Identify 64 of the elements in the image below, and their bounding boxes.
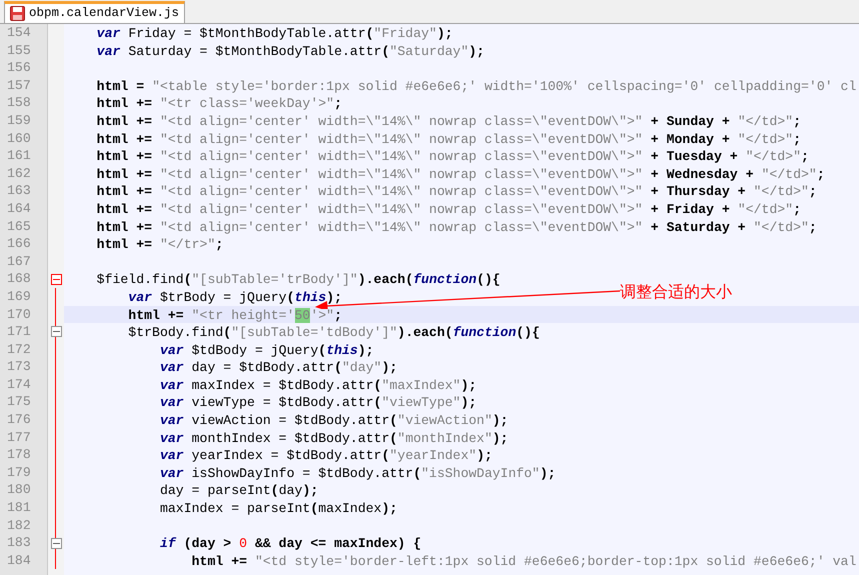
- line-number: 162: [7, 166, 31, 181]
- line-number: 174: [7, 376, 31, 392]
- code-line: html = "<table style='border:1px solid #e6e6e6;' width='100%' cellspacing='0' cellpadding='0' cl: [96, 78, 856, 94]
- line-number: 170: [7, 306, 31, 322]
- line-number: 156: [7, 60, 31, 76]
- line-number: 179: [7, 464, 31, 480]
- code-line: var day = $tdBody.attr("day");: [158, 360, 398, 376]
- code-line: var Saturday = $tMonthBodyTable.attr("Saturday");: [96, 44, 484, 59]
- code-line: html += "<td align='center' width=\"14%\" nowrap class=\"eventDOW\">" + Friday + "</td>";: [96, 202, 802, 217]
- line-number: 184: [7, 552, 31, 568]
- code-line: var yearIndex = $tdBody.attr("yearIndex");: [158, 448, 492, 464]
- line-number: 166: [7, 236, 31, 252]
- line-number: 175: [7, 394, 31, 410]
- code-line: if (day > 0 && day <= maxIndex) {: [158, 536, 422, 552]
- code-line: html += "<td align='center' width=\"14%\" nowrap class=\"eventDOW\">" + Tuesday + "</td>";: [96, 149, 809, 164]
- line-number: 181: [7, 500, 31, 516]
- line-number: 183: [7, 535, 31, 550]
- fold-marker-icon[interactable]: [50, 274, 62, 285]
- line-number: 167: [7, 254, 31, 269]
- line-number: 178: [7, 447, 31, 462]
- line-number: 160: [7, 130, 31, 146]
- line-number: 168: [7, 271, 31, 286]
- line-number: 173: [7, 359, 31, 374]
- line-number: 172: [7, 342, 31, 357]
- line-number: 177: [7, 430, 31, 445]
- code-line: html += "</tr>";: [96, 237, 224, 252]
- line-number: 158: [7, 95, 31, 110]
- line-number: 176: [7, 412, 31, 428]
- code-line: html += "<td align='center' width=\"14%\" nowrap class=\"eventDOW\">" + Wednesday + "</td>";: [96, 166, 825, 182]
- code-line: html += "<td align='center' width=\"14%\" nowrap class=\"eventDOW\">" + Saturday + "</td>";: [96, 220, 817, 235]
- code-line: html += "<tr height='50'>";: [127, 308, 342, 322]
- annotation-text: 调整合适的大小: [620, 281, 732, 303]
- fold-marker-icon[interactable]: [50, 326, 62, 338]
- code-line: var $tdBody = jQuery(this);: [158, 342, 374, 358]
- code-line: html += "<td align='center' width=\"14%\" nowrap class=\"eventDOW\">" + Thursday + "</td>";: [96, 184, 817, 200]
- line-number: 163: [7, 183, 31, 198]
- line-number: 159: [7, 112, 31, 128]
- code-line: var Friday = $tMonthBodyTable.attr("Friday");: [96, 26, 453, 41]
- code-line: maxIndex = parseInt(maxIndex);: [158, 501, 398, 516]
- code-line: var viewType = $tdBody.attr("viewType");: [158, 395, 477, 410]
- code-line: html += "<td align='center' width=\"14%\" nowrap class=\"eventDOW\">" + Sunday + "</td>";: [96, 114, 802, 129]
- line-number: 171: [7, 324, 31, 340]
- code-line: var monthIndex = $tdBody.attr("monthIndex");: [158, 430, 508, 446]
- code-line: $field.find("[subTable='trBody']").each(function(){: [96, 272, 500, 288]
- code-line: var maxIndex = $tdBody.attr("maxIndex");: [158, 378, 477, 393]
- line-number: 157: [7, 78, 31, 93]
- line-number: 169: [7, 288, 31, 304]
- code-line: var viewAction = $tdBody.attr("viewAction");: [158, 413, 508, 428]
- line-number: 180: [7, 482, 31, 498]
- code-line: $trBody.find("[subTable='tdBody']").each(function(){: [127, 325, 540, 340]
- code-line: var isShowDayInfo = $tdBody.attr("isShowDayInfo");: [158, 466, 556, 481]
- line-number: 161: [7, 148, 31, 164]
- line-number: 155: [7, 42, 31, 58]
- line-number: 164: [7, 200, 31, 216]
- code-line: var $trBody = jQuery(this);: [127, 290, 342, 305]
- code-line: html += "<td align='center' width=\"14%\" nowrap class=\"eventDOW\">" + Monday + "</td>";: [96, 132, 802, 147]
- code-line: day = parseInt(day);: [158, 483, 318, 498]
- line-number: 154: [7, 25, 31, 40]
- code-line: html += "<td style='border-left:1px solid #e6e6e6;border-top:1px solid #e6e6e6;' val: [190, 554, 856, 569]
- fold-marker-icon[interactable]: [50, 538, 62, 549]
- file-tab[interactable]: obpm.calendarView.js: [4, 1, 186, 23]
- line-number: 182: [7, 518, 31, 533]
- code-line: html += "<tr class='weekDay'>";: [96, 96, 342, 112]
- line-number: 165: [7, 218, 31, 234]
